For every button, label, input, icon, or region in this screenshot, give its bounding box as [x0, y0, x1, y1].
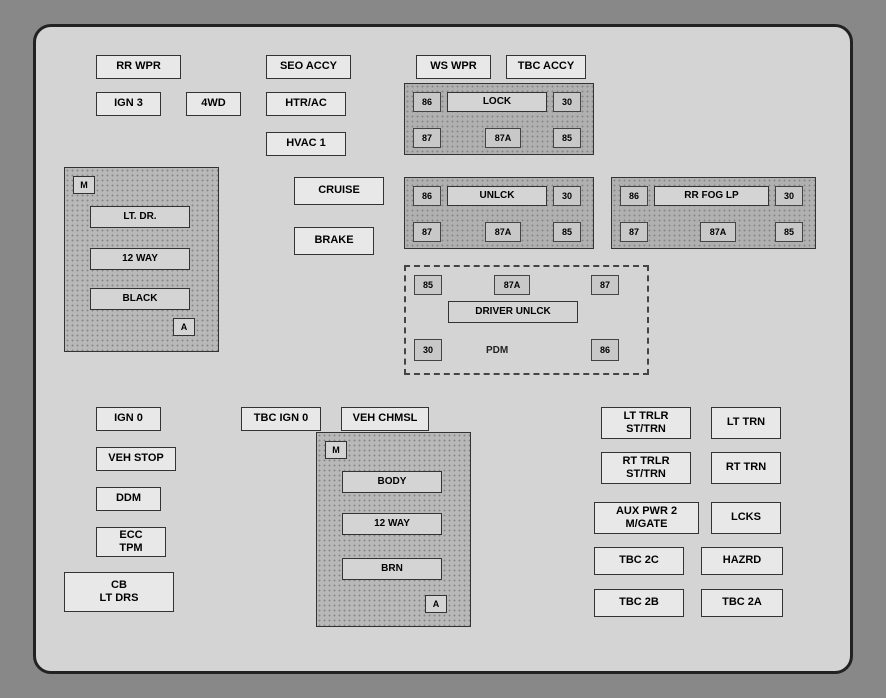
- rt-trlr-label: RT TRLR ST/TRN: [601, 452, 691, 484]
- veh-stop-label: VEH STOP: [96, 447, 176, 471]
- aux-pwr2-label: AUX PWR 2 M/GATE: [594, 502, 699, 534]
- unlck-30: 30: [553, 186, 581, 206]
- 12way-b-label: 12 WAY: [342, 513, 442, 535]
- ws-wpr-label: WS WPR: [416, 55, 491, 79]
- ign0-label: IGN 0: [96, 407, 161, 431]
- lock-86: 86: [413, 92, 441, 112]
- tbc-2a-label: TBC 2A: [701, 589, 783, 617]
- fog-85: 85: [775, 222, 803, 242]
- drv-unlck-87: 87: [591, 275, 619, 295]
- 12way-label: 12 WAY: [90, 248, 190, 270]
- tbc-2c-label: TBC 2C: [594, 547, 684, 575]
- pdm-text-label: PDM: [486, 345, 508, 356]
- lock-label: LOCK: [447, 92, 547, 112]
- tbc-ign0-label: TBC IGN 0: [241, 407, 321, 431]
- unlck-label: UNLCK: [447, 186, 547, 206]
- rr-wpr-label: RR WPR: [96, 55, 181, 79]
- lcks-label: LCKS: [711, 502, 781, 534]
- rr-fog-lp-label: RR FOG LP: [654, 186, 769, 206]
- cruise-label: CRUISE: [294, 177, 384, 205]
- brn-label: BRN: [342, 558, 442, 580]
- lock-87a: 87A: [485, 128, 521, 148]
- lock-87: 87: [413, 128, 441, 148]
- rr-fog-relay-module: 86 30 RR FOG LP 87 87A 85: [611, 177, 816, 249]
- unlck-relay-module: 86 30 UNLCK 87 87A 85: [404, 177, 594, 249]
- unlck-85: 85: [553, 222, 581, 242]
- fog-87: 87: [620, 222, 648, 242]
- driver-unlck-label: DRIVER UNLCK: [448, 301, 578, 323]
- m-corner-b-label: M: [325, 441, 347, 459]
- black-label: BLACK: [90, 288, 190, 310]
- fuse-box: RR WPR SEO ACCY WS WPR TBC ACCY 86 30 LO…: [46, 37, 840, 661]
- a-corner-b-label: A: [425, 595, 447, 613]
- lock-85: 85: [553, 128, 581, 148]
- m-corner-label: M: [73, 176, 95, 194]
- main-container: RR WPR SEO ACCY WS WPR TBC ACCY 86 30 LO…: [33, 24, 853, 674]
- tbc-accy-label: TBC ACCY: [506, 55, 586, 79]
- hvac1-label: HVAC 1: [266, 132, 346, 156]
- unlck-86: 86: [413, 186, 441, 206]
- seo-accy-label: SEO ACCY: [266, 55, 351, 79]
- tbc-2b-label: TBC 2B: [594, 589, 684, 617]
- hazrd-label: HAZRD: [701, 547, 783, 575]
- lt-dr-label: LT. DR.: [90, 206, 190, 228]
- veh-chmsl-label: VEH CHMSL: [341, 407, 429, 431]
- a-corner-label: A: [173, 318, 195, 336]
- rt-trn-label: RT TRN: [711, 452, 781, 484]
- ign3-label: IGN 3: [96, 92, 161, 116]
- ddm-label: DDM: [96, 487, 161, 511]
- body-label: BODY: [342, 471, 442, 493]
- cb-lt-drs-label: CB LT DRS: [64, 572, 174, 612]
- 4wd-label: 4WD: [186, 92, 241, 116]
- drv-unlck-85: 85: [414, 275, 442, 295]
- drv-unlck-87a: 87A: [494, 275, 530, 295]
- lt-trn-label: LT TRN: [711, 407, 781, 439]
- lt-trlr-label: LT TRLR ST/TRN: [601, 407, 691, 439]
- lt-dr-module: M LT. DR. 12 WAY BLACK A: [64, 167, 219, 352]
- unlck-87a: 87A: [485, 222, 521, 242]
- unlck-87: 87: [413, 222, 441, 242]
- drv-unlck-86: 86: [591, 339, 619, 361]
- htr-ac-label: HTR/AC: [266, 92, 346, 116]
- fog-87a: 87A: [700, 222, 736, 242]
- drv-unlck-30: 30: [414, 339, 442, 361]
- lock-30: 30: [553, 92, 581, 112]
- lock-relay-module: 86 30 LOCK 87 87A 85: [404, 83, 594, 155]
- brake-label: BRAKE: [294, 227, 374, 255]
- pdm-module: 85 87A 87 DRIVER UNLCK 30 86 PDM: [404, 265, 649, 375]
- ecc-tpm-label: ECC TPM: [96, 527, 166, 557]
- fog-86: 86: [620, 186, 648, 206]
- veh-body-module: M BODY 12 WAY BRN A: [316, 432, 471, 627]
- fog-30: 30: [775, 186, 803, 206]
